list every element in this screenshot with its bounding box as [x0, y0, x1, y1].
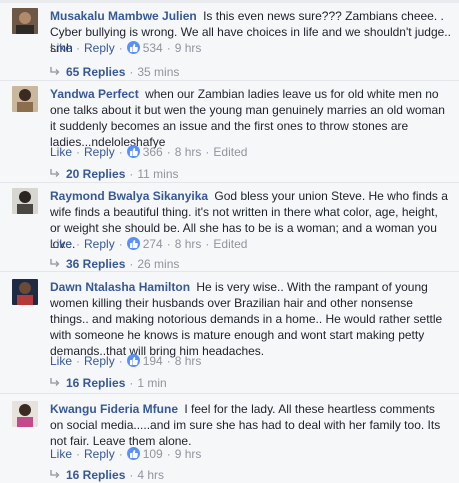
divider	[0, 182, 459, 183]
view-replies[interactable]: 20 Replies · 11 mins	[50, 166, 179, 182]
reply-arrow-icon	[50, 64, 66, 80]
replies-count[interactable]: 16 Replies	[66, 376, 125, 390]
comment-body: Kwangu Fideria Mfune I feel for the lady…	[50, 401, 451, 449]
edited-label[interactable]: Edited	[213, 145, 247, 159]
avatar[interactable]	[12, 401, 38, 427]
like-link[interactable]: Like	[50, 354, 72, 368]
avatar[interactable]	[12, 188, 38, 214]
comment-body: Yandwa Perfect when our Zambian ladies l…	[50, 86, 451, 150]
reply-link[interactable]: Reply	[84, 354, 115, 368]
replies-time: 11 mins	[137, 167, 179, 181]
replies-time: 4 hrs	[137, 468, 165, 482]
divider	[0, 80, 459, 81]
comment-actions: Like · Reply · 194 · 8 hrs	[50, 354, 202, 368]
comment-author[interactable]: Dawn Ntalasha Hamilton	[50, 280, 190, 294]
comment-author[interactable]: Yandwa Perfect	[50, 87, 139, 101]
comment-actions: Like · Reply · 366 · 8 hrs · Edited	[50, 145, 248, 159]
replies-count[interactable]: 20 Replies	[66, 167, 125, 181]
reply-link[interactable]: Reply	[84, 145, 115, 159]
avatar[interactable]	[12, 279, 38, 305]
view-replies[interactable]: 65 Replies · 35 mins	[50, 64, 179, 80]
reaction-count[interactable]: 109	[143, 447, 163, 461]
like-link[interactable]: Like	[50, 145, 72, 159]
comment-time[interactable]: 8 hrs	[175, 354, 202, 368]
like-reaction-icon[interactable]	[126, 237, 140, 250]
comment-author[interactable]: Raymond Bwalya Sikanyika	[50, 189, 208, 203]
reaction-count[interactable]: 274	[143, 237, 163, 251]
comments-section: Musakalu Mambwe Julien Is this even news…	[0, 0, 459, 482]
comment-time[interactable]: 8 hrs	[175, 237, 202, 251]
comment-time[interactable]: 9 hrs	[175, 447, 202, 461]
reaction-count[interactable]: 366	[143, 145, 163, 159]
comment-actions: Like · Reply · 109 · 9 hrs	[50, 447, 202, 461]
reaction-count[interactable]: 194	[143, 354, 163, 368]
like-reaction-icon[interactable]	[126, 41, 140, 54]
edited-label[interactable]: Edited	[213, 237, 247, 251]
replies-count[interactable]: 65 Replies	[66, 65, 125, 79]
reply-link[interactable]: Reply	[84, 447, 115, 461]
reply-arrow-icon	[50, 256, 66, 272]
reply-arrow-icon	[50, 375, 66, 391]
replies-time: 35 mins	[137, 65, 180, 79]
like-link[interactable]: Like	[50, 447, 72, 461]
replies-time: 1 min	[137, 376, 167, 390]
divider	[0, 271, 459, 272]
like-reaction-icon[interactable]	[126, 447, 140, 460]
reply-arrow-icon	[50, 166, 66, 182]
view-replies[interactable]: 36 Replies · 26 mins	[50, 256, 179, 272]
replies-count[interactable]: 16 Replies	[66, 468, 125, 482]
reply-link[interactable]: Reply	[84, 41, 115, 55]
comment-actions: Like · Reply · 274 · 8 hrs · Edited	[50, 237, 248, 251]
view-replies[interactable]: 16 Replies · 1 min	[50, 375, 167, 391]
like-link[interactable]: Like	[50, 237, 72, 251]
reaction-count[interactable]: 534	[143, 41, 163, 55]
reply-link[interactable]: Reply	[84, 237, 115, 251]
avatar[interactable]	[12, 8, 38, 34]
comment-author[interactable]: Musakalu Mambwe Julien	[50, 9, 197, 23]
replies-time: 26 mins	[137, 257, 180, 271]
like-reaction-icon[interactable]	[126, 145, 140, 158]
replies-count[interactable]: 36 Replies	[66, 257, 125, 271]
divider	[0, 393, 459, 394]
comment-time[interactable]: 8 hrs	[175, 145, 202, 159]
comment-actions: Like · Reply · 534 · 9 hrs	[50, 41, 202, 55]
like-link[interactable]: Like	[50, 41, 72, 55]
comment-body: Dawn Ntalasha Hamilton He is very wise..…	[50, 279, 451, 359]
comment-author[interactable]: Kwangu Fideria Mfune	[50, 402, 178, 416]
comment-time[interactable]: 9 hrs	[175, 41, 202, 55]
top-divider	[0, 0, 459, 3]
avatar[interactable]	[12, 86, 38, 112]
like-reaction-icon[interactable]	[126, 354, 140, 367]
